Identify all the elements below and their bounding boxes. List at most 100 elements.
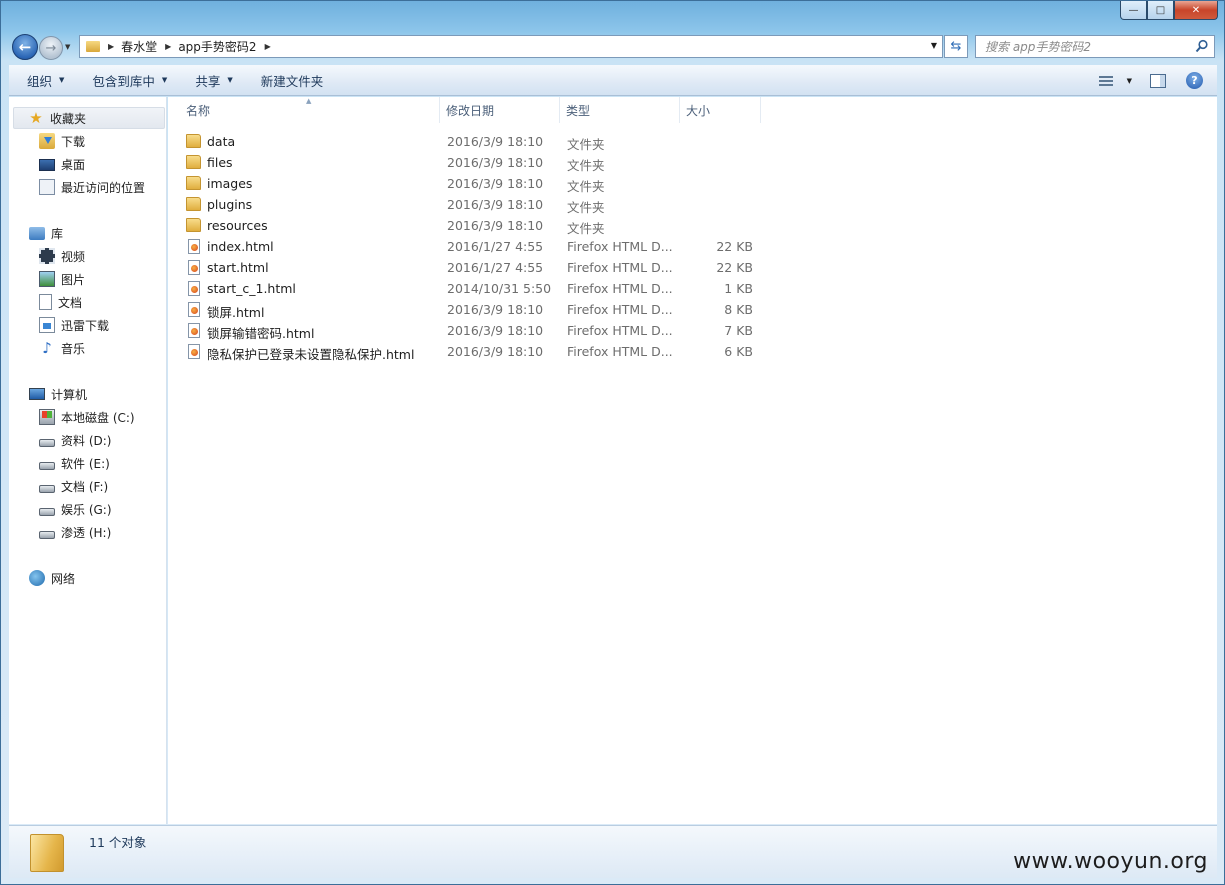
file-size: 22 KB	[716, 260, 753, 275]
sidebar-item-label: 本地磁盘 (C:)	[61, 410, 135, 425]
new-folder-button[interactable]: 新建文件夹	[251, 65, 334, 96]
file-row[interactable]: images 2016/3/9 18:10 文件夹	[186, 173, 776, 194]
breadcrumb-item[interactable]: app手势密码2	[178, 38, 256, 55]
preview-pane-icon[interactable]	[1150, 73, 1166, 88]
file-row[interactable]: start_c_1.html 2014/10/31 5:50 Firefox H…	[186, 278, 776, 299]
share-button[interactable]: 共享 ▼	[185, 65, 242, 96]
address-bar[interactable]: ▶ 春水堂 ▶ app手势密码2 ▶ ▼	[79, 35, 943, 58]
sidebar-item-recent-places[interactable]: 最近访问的位置	[39, 176, 145, 198]
address-history-dropdown-icon[interactable]: ▼	[931, 41, 937, 50]
back-button[interactable]: ←	[12, 34, 38, 60]
file-type: 文件夹	[567, 158, 605, 173]
file-row[interactable]: index.html 2016/1/27 4:55 Firefox HTML D…	[186, 236, 776, 257]
refresh-icon: ⇆	[950, 39, 962, 54]
file-row[interactable]: plugins 2016/3/9 18:10 文件夹	[186, 194, 776, 215]
sidebar-item-music[interactable]: ♪ 音乐	[39, 337, 85, 359]
watermark: www.wooyun.org	[1013, 849, 1208, 874]
sidebar-item-xunlei-downloads[interactable]: 迅雷下载	[39, 314, 109, 336]
column-header-type[interactable]: 类型	[560, 97, 680, 123]
file-date: 2014/10/31 5:50	[447, 281, 552, 296]
include-in-library-button[interactable]: 包含到库中 ▼	[82, 65, 177, 96]
search-input[interactable]	[985, 39, 1185, 54]
file-row[interactable]: files 2016/3/9 18:10 文件夹	[186, 152, 776, 173]
file-name: 锁屏.html	[207, 305, 265, 320]
sidebar-item-computer[interactable]: 计算机	[29, 383, 87, 405]
sidebar-item-drive-e[interactable]: 软件 (E:)	[39, 452, 110, 474]
column-header-date[interactable]: 修改日期	[440, 97, 560, 123]
file-row[interactable]: 锁屏输错密码.html 2016/3/9 18:10 Firefox HTML …	[186, 320, 776, 341]
html-file-icon	[188, 344, 200, 359]
html-file-icon	[188, 302, 200, 317]
breadcrumb-separator-icon[interactable]: ▶	[108, 42, 114, 51]
sidebar-item-network[interactable]: 网络	[29, 567, 75, 589]
breadcrumb-separator-icon[interactable]: ▶	[265, 42, 271, 51]
chevron-down-icon: ▼	[59, 76, 65, 84]
sidebar-item-label: 桌面	[61, 157, 86, 172]
sidebar-item-downloads[interactable]: 下载	[39, 130, 85, 152]
file-row[interactable]: start.html 2016/1/27 4:55 Firefox HTML D…	[186, 257, 776, 278]
hard-drive-icon	[39, 485, 55, 493]
sidebar-section-label: 计算机	[51, 387, 88, 402]
file-row[interactable]: 锁屏.html 2016/3/9 18:10 Firefox HTML D...…	[186, 299, 776, 320]
sidebar-item-drive-f[interactable]: 文档 (F:)	[39, 475, 108, 497]
sidebar-item-drive-c[interactable]: 本地磁盘 (C:)	[39, 406, 135, 428]
sidebar-item-label: 软件 (E:)	[61, 456, 110, 471]
search-box[interactable]	[975, 35, 1215, 58]
maximize-button[interactable]: □	[1147, 1, 1174, 20]
sidebar-item-pictures[interactable]: 图片	[39, 268, 85, 290]
hard-drive-icon	[39, 462, 55, 470]
folder-icon	[186, 218, 201, 232]
sidebar-item-drive-g[interactable]: 娱乐 (G:)	[39, 498, 112, 520]
file-type: Firefox HTML D...	[567, 260, 673, 275]
sidebar-item-drive-d[interactable]: 资料 (D:)	[39, 429, 111, 451]
sidebar-item-label: 音乐	[61, 341, 86, 356]
column-header-size[interactable]: 大小	[680, 97, 761, 123]
sidebar-item-label: 视频	[61, 249, 86, 264]
file-date: 2016/1/27 4:55	[447, 260, 544, 275]
sidebar-section-label: 库	[51, 226, 64, 241]
view-controls: ▼ ?	[1098, 65, 1217, 96]
sidebar-item-favorites[interactable]: ★ 收藏夹	[13, 107, 165, 129]
organize-button[interactable]: 组织 ▼	[17, 65, 74, 96]
chevron-down-icon: ▼	[1126, 76, 1132, 85]
download-library-icon	[39, 317, 55, 333]
minimize-button[interactable]: —	[1120, 1, 1147, 20]
change-view-button[interactable]: ▼	[1098, 75, 1132, 86]
folder-icon	[86, 41, 100, 52]
recent-pages-dropdown-icon[interactable]: ▼	[65, 43, 70, 51]
star-icon: ★	[29, 109, 43, 127]
organize-label: 组织	[27, 73, 53, 89]
file-list: ▲ 名称 修改日期 类型 大小 data 2016/3/9 18:10 文件夹 …	[168, 97, 1217, 824]
file-row[interactable]: resources 2016/3/9 18:10 文件夹	[186, 215, 776, 236]
help-icon[interactable]: ?	[1186, 72, 1203, 89]
sidebar-item-libraries[interactable]: 库	[29, 222, 63, 244]
sidebar-item-drive-h[interactable]: 渗透 (H:)	[39, 521, 111, 543]
column-header-name[interactable]: 名称	[180, 97, 440, 123]
folder-icon	[186, 134, 201, 148]
close-button[interactable]: ✕	[1174, 1, 1218, 20]
forward-button[interactable]: →	[39, 36, 63, 60]
file-date: 2016/3/9 18:10	[447, 155, 544, 170]
sidebar-item-desktop[interactable]: 桌面	[39, 153, 85, 175]
file-row[interactable]: data 2016/3/9 18:10 文件夹	[186, 131, 776, 152]
system-drive-icon	[39, 409, 55, 425]
file-type: 文件夹	[567, 179, 605, 194]
file-type: 文件夹	[567, 200, 605, 215]
file-name: images	[207, 176, 253, 191]
breadcrumb-item[interactable]: 春水堂	[121, 38, 157, 55]
item-count: 11 个对象	[89, 835, 147, 850]
file-row[interactable]: 隐私保护已登录未设置隐私保护.html 2016/3/9 18:10 Firef…	[186, 341, 776, 362]
search-icon[interactable]	[1195, 39, 1209, 53]
sidebar-item-label: 迅雷下载	[61, 318, 110, 333]
file-size: 7 KB	[724, 323, 753, 338]
breadcrumb-separator-icon[interactable]: ▶	[165, 42, 171, 51]
navigation-pane: ★ 收藏夹 下载 桌面 最近访问的位置 库 视频 图片 文档 迅雷下载 ♪ 音乐…	[9, 97, 167, 824]
sidebar-item-videos[interactable]: 视频	[39, 245, 85, 267]
sidebar-item-documents[interactable]: 文档	[39, 291, 82, 313]
folder-icon	[186, 155, 201, 169]
recent-places-icon	[39, 179, 55, 195]
refresh-button[interactable]: ⇆	[944, 35, 968, 58]
pictures-library-icon	[39, 271, 55, 287]
include-library-label: 包含到库中	[92, 73, 155, 89]
file-name: plugins	[207, 197, 253, 212]
